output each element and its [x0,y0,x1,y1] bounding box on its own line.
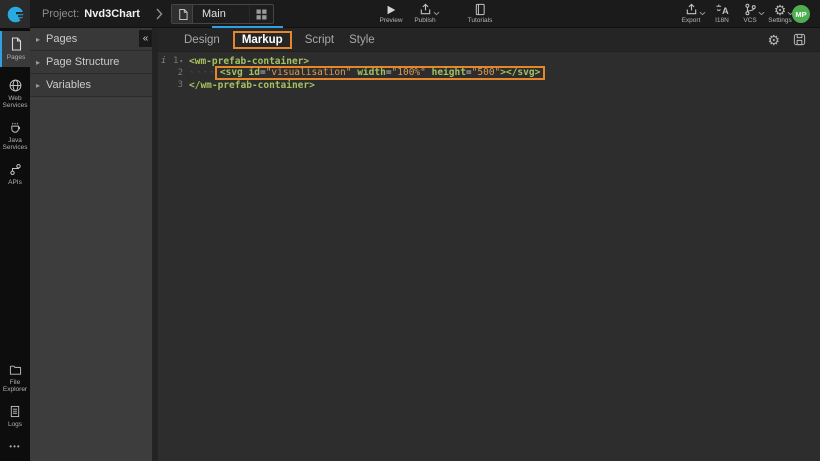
save-icon[interactable] [793,33,806,46]
coffee-icon [9,121,22,134]
rail-item-apis[interactable]: APIs [0,157,30,192]
toolbar-right-group: ⚙ [767,33,806,47]
collapse-panel-button[interactable]: « [139,30,152,47]
rail-more-button[interactable]: ••• [0,434,30,461]
grid-view-icon[interactable] [249,5,273,23]
preview-button[interactable]: Preview [374,3,408,27]
editor-settings-gear-icon[interactable]: ⚙ [767,33,780,47]
gear-icon: ⚙ [774,3,787,16]
export-button[interactable]: Export [674,3,708,27]
tab-script[interactable]: Script [303,32,336,48]
globe-icon [9,79,22,92]
tab-style[interactable]: Style [347,32,377,48]
caret-right-icon: ▸ [30,81,46,90]
publish-button[interactable]: Publish [406,3,444,27]
export-icon [685,3,698,16]
tab-design[interactable]: Design [182,32,222,48]
rail-item-file-explorer[interactable]: File Explorer [0,358,30,399]
i18n-button[interactable]: A I18N [708,3,736,27]
editor-toolbar: Design Markup Script Style ⚙ [158,28,820,52]
vcs-button[interactable]: VCS [736,3,764,27]
api-connector-icon [9,163,22,176]
code-text: </wm-prefab-container> [186,80,315,91]
project-label: Project: [42,8,79,20]
rail-item-pages[interactable]: Pages [0,31,30,67]
translate-icon: A [715,3,729,16]
pages-panel: ▸ Pages « ▸ Page Structure ▸ Variables [30,28,152,461]
code-line-3: 3 </wm-prefab-container> [158,79,820,91]
chevron-down-icon [433,11,440,16]
wavemaker-logo-icon [7,6,24,23]
left-rail: Pages Web Services Java Services [0,28,30,461]
caret-right-icon: ▸ [30,35,46,44]
gutter-line-2: 2 [158,68,186,78]
publish-icon [419,3,432,16]
page-icon [172,5,193,23]
svg-text:A: A [722,6,729,16]
rail-spacer [0,192,30,358]
tab-markup[interactable]: Markup [233,31,292,49]
branch-icon [744,3,757,16]
page-tab-label: Main [193,5,249,23]
markup-code-editor[interactable]: i 1 ▾ <wm-prefab-container> 2 ····<svg i… [158,52,820,461]
page-icon [10,37,22,51]
book-icon [474,3,486,16]
project-name: Nvd3Chart [84,8,140,20]
code-text: <wm-prefab-container> [186,56,309,67]
chevron-down-icon [699,11,706,16]
app-window: Project: Nvd3Chart Main [0,0,820,461]
panel-section-variables[interactable]: ▸ Variables [30,74,152,97]
caret-right-icon: ▸ [30,58,46,67]
play-icon [385,3,397,16]
code-annotation-box: <svg id="visualisation" width="100%" hei… [215,66,545,80]
line-number: 1 [173,56,178,66]
code-line-2: 2 ····<svg id="visualisation" width="100… [158,67,820,79]
code-text: ····<svg id="visualisation" width="100%"… [186,66,545,80]
fold-toggle-icon[interactable]: ▾ [179,58,183,65]
rail-item-java-services[interactable]: Java Services [0,115,30,157]
top-bar: Project: Nvd3Chart Main [0,0,820,28]
page-tab-main[interactable]: Main [171,4,274,24]
rail-item-web-services[interactable]: Web Services [0,73,30,115]
gutter-line-1: i 1 ▾ [158,56,186,66]
project-title: Project: Nvd3Chart [42,0,140,28]
app-logo[interactable] [0,0,30,28]
gutter-line-3: 3 [158,80,186,90]
panel-section-page-structure[interactable]: ▸ Page Structure [30,51,152,74]
breadcrumb-chevron-icon [156,8,163,20]
line-number: 3 [178,80,183,90]
rail-item-logs[interactable]: Logs [0,399,30,434]
folder-icon [9,364,22,376]
panel-section-pages[interactable]: ▸ Pages « [30,28,152,51]
log-file-icon [9,405,21,418]
info-annotation-icon: i [161,56,166,66]
line-number: 2 [178,68,183,78]
active-page-underline [212,26,283,28]
tutorials-button[interactable]: Tutorials [460,3,500,27]
user-avatar[interactable]: MP [792,5,810,23]
